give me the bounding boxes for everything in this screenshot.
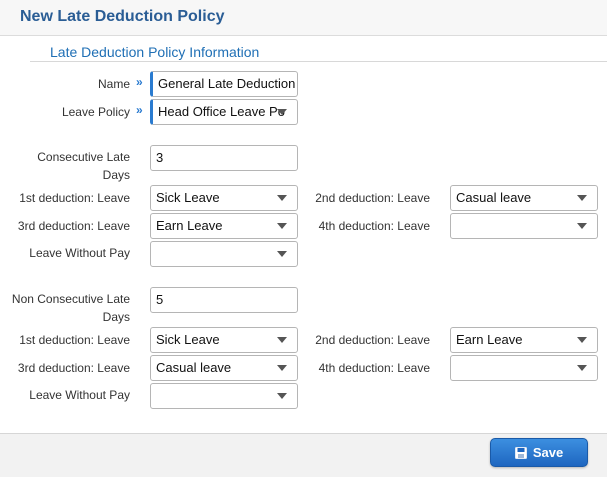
chevron-down-icon: [277, 109, 287, 115]
consecutive-second-deduction-select[interactable]: Casual leave: [450, 185, 598, 211]
page-title: New Late Deduction Policy: [20, 8, 225, 25]
consecutive-label-line1: Consecutive Late: [37, 150, 130, 164]
consecutive-third-deduction-value: Earn Leave: [156, 218, 223, 233]
consecutive-label-line2: Days: [102, 168, 130, 182]
non-consecutive-fourth-deduction-label: 4th deduction: Leave: [318, 361, 430, 375]
section-divider: [30, 61, 607, 62]
consecutive-first-deduction-value: Sick Leave: [156, 190, 220, 205]
non-consecutive-first-deduction-value: Sick Leave: [156, 332, 220, 347]
save-label: Save: [532, 445, 564, 460]
chevron-down-icon: [277, 337, 287, 343]
consecutive-second-deduction-label: 2nd deduction: Leave: [315, 191, 430, 205]
consecutive-fourth-deduction-label: 4th deduction: Leave: [318, 219, 430, 233]
chevron-down-icon: [277, 223, 287, 229]
non-consecutive-label-line1: Non Consecutive Late: [11, 292, 130, 306]
non-consecutive-lwp-select[interactable]: [150, 383, 298, 409]
non-consecutive-third-deduction-select[interactable]: Casual leave: [150, 355, 298, 381]
save-button[interactable]: Save: [490, 438, 588, 467]
section-title: Late Deduction Policy Information: [50, 44, 260, 60]
consecutive-first-deduction-label: 1st deduction: Leave: [19, 191, 130, 205]
non-consecutive-label-line2: Days: [102, 310, 130, 324]
name-input[interactable]: General Late Deduction: [150, 71, 298, 97]
chevron-down-icon: [577, 223, 587, 229]
non-consecutive-first-deduction-select[interactable]: Sick Leave: [150, 327, 298, 353]
consecutive-second-deduction-value: Casual leave: [456, 190, 532, 205]
leave-policy-label: Leave Policy: [61, 105, 130, 119]
chevron-down-icon: [277, 195, 287, 201]
consecutive-late-days-input[interactable]: 3: [150, 145, 298, 171]
floppy-disk-icon: [514, 446, 527, 459]
non-consecutive-late-days-label: Non Consecutive Late Days: [0, 290, 130, 326]
chevron-down-icon: [577, 195, 587, 201]
non-consecutive-late-days-input[interactable]: 5: [150, 287, 298, 313]
chevron-down-icon: [277, 365, 287, 371]
consecutive-third-deduction-label: 3rd deduction: Leave: [17, 219, 130, 233]
non-consecutive-third-deduction-label: 3rd deduction: Leave: [17, 361, 130, 375]
non-consecutive-fourth-deduction-select[interactable]: [450, 355, 598, 381]
consecutive-fourth-deduction-select[interactable]: [450, 213, 598, 239]
non-consecutive-first-deduction-label: 1st deduction: Leave: [19, 333, 130, 347]
consecutive-late-days-label: Consecutive Late Days: [10, 148, 130, 184]
leave-policy-select[interactable]: Head Office Leave Po: [150, 99, 298, 125]
non-consecutive-lwp-label: Leave Without Pay: [29, 388, 130, 402]
non-consecutive-third-deduction-value: Casual leave: [156, 360, 232, 375]
required-marker-icon: »: [136, 75, 142, 89]
chevron-down-icon: [577, 365, 587, 371]
chevron-down-icon: [277, 251, 287, 257]
consecutive-first-deduction-select[interactable]: Sick Leave: [150, 185, 298, 211]
consecutive-lwp-label: Leave Without Pay: [29, 246, 130, 260]
name-label: Name: [97, 77, 130, 91]
page-header: New Late Deduction Policy: [0, 0, 607, 36]
consecutive-third-deduction-select[interactable]: Earn Leave: [150, 213, 298, 239]
chevron-down-icon: [577, 337, 587, 343]
non-consecutive-second-deduction-label: 2nd deduction: Leave: [315, 333, 430, 347]
leave-policy-value: Head Office Leave Po: [158, 104, 285, 119]
required-marker-icon: »: [136, 103, 142, 117]
non-consecutive-second-deduction-select[interactable]: Earn Leave: [450, 327, 598, 353]
non-consecutive-second-deduction-value: Earn Leave: [456, 332, 523, 347]
consecutive-lwp-select[interactable]: [150, 241, 298, 267]
chevron-down-icon: [277, 393, 287, 399]
